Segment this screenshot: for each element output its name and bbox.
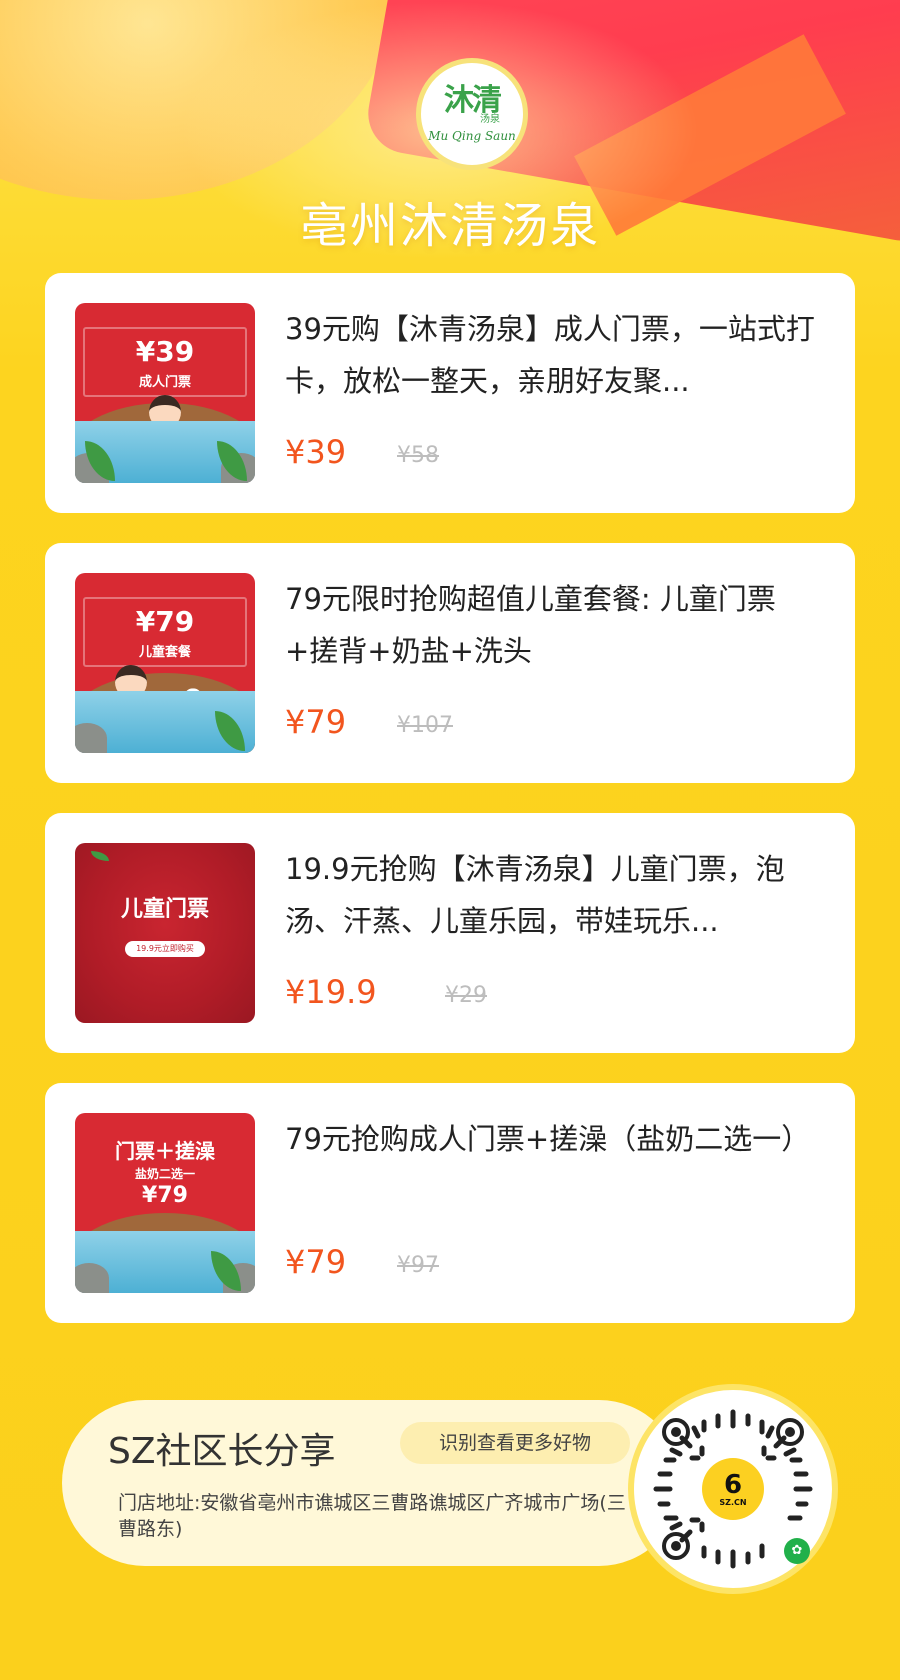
product-card[interactable]: ¥39 成人门票 39元购【沐青汤泉】成人门票，一站式打卡，放松一整天，亲朋好友… [45,273,855,513]
thumb-buy-pill: 19.9元立即购买 [125,941,205,957]
mini-program-qr-code[interactable]: 6 SZ.CN ✿ [628,1384,838,1594]
logo-en-text: Mu Qing Saun [428,128,516,143]
qr-domain-text: SZ.CN [719,1497,747,1507]
thumb-title: 门票＋搓澡 [115,1139,215,1163]
product-card[interactable]: ¥79 儿童套餐 79元限时抢购超值儿童套餐: 儿童门票+搓背+奶盐+洗头 ¥7… [45,543,855,783]
product-card[interactable]: 儿童门票 19.9元立即购买 19.9元抢购【沐青汤泉】儿童门票，泡汤、汗蒸、儿… [45,813,855,1053]
original-price: ¥97 [397,1253,439,1278]
scan-hint-badge: 识别查看更多好物 [400,1422,630,1464]
product-thumbnail[interactable]: ¥39 成人门票 [75,303,255,483]
store-logo: 沐清 汤泉 Mu Qing Saun [416,58,528,170]
thumb-price: ¥79 [142,1183,188,1208]
sale-price: ¥39 [285,433,347,471]
qr-center-logo: 6 SZ.CN [702,1458,764,1520]
product-thumbnail[interactable]: ¥79 儿童套餐 [75,573,255,753]
original-price: ¥29 [445,983,487,1008]
product-title[interactable]: 39元购【沐青汤泉】成人门票，一站式打卡，放松一整天，亲朋好友聚... [285,303,825,407]
logo-sub-text: 汤泉 [480,113,500,125]
product-thumbnail[interactable]: 儿童门票 19.9元立即购买 [75,843,255,1023]
thumb-subtitle: 盐奶二选一 [134,1167,195,1181]
leaf-icon [91,851,109,861]
product-title[interactable]: 19.9元抢购【沐青汤泉】儿童门票，泡汤、汗蒸、儿童乐园，带娃玩乐... [285,843,825,947]
original-price: ¥107 [397,713,453,738]
sale-price: ¥19.9 [285,973,377,1011]
rock-decor [75,723,107,753]
thumb-label: 儿童套餐 [138,645,191,660]
thumb-title: 儿童门票 [120,897,209,922]
product-title[interactable]: 79元限时抢购超值儿童套餐: 儿童门票+搓背+奶盐+洗头 [285,573,825,677]
sale-price: ¥79 [285,703,347,741]
share-brand: SZ社区长分享 [108,1431,336,1472]
product-card[interactable]: 门票＋搓澡 盐奶二选一 ¥79 79元抢购成人门票+搓澡（盐奶二选一） ¥79 … [45,1083,855,1323]
product-title[interactable]: 79元抢购成人门票+搓澡（盐奶二选一） [285,1113,825,1165]
original-price: ¥58 [397,443,439,468]
brand-six-icon: 6 [723,1469,743,1500]
store-address: 门店地址:安徽省亳州市谯城区三曹路谯城区广齐城市广场(三曹路东) [118,1492,626,1540]
product-thumbnail[interactable]: 门票＋搓澡 盐奶二选一 ¥79 [75,1113,255,1293]
store-title: 亳州沐清汤泉 [299,198,600,254]
thumb-price: ¥39 [135,335,195,368]
thumb-price: ¥79 [135,605,195,638]
thumb-label: 成人门票 [138,375,191,390]
mini-program-icon: ✿ [784,1538,810,1564]
sale-price: ¥79 [285,1243,347,1281]
rock-decor [75,1263,109,1293]
